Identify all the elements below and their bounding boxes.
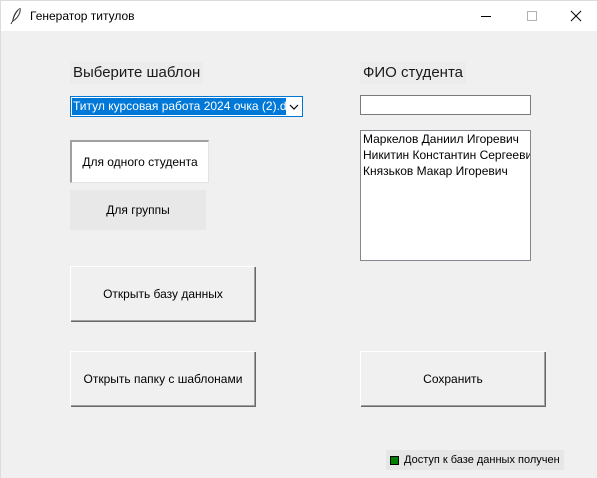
- student-name-input[interactable]: [360, 95, 531, 115]
- window-title: Генератор титулов: [30, 9, 135, 23]
- feather-icon: [9, 7, 23, 25]
- minimize-icon: [481, 16, 491, 17]
- list-item[interactable]: Князьков Макар Игоревич: [361, 163, 530, 179]
- main-content: Выберите шаблон Титул курсовая работа 20…: [1, 31, 597, 478]
- minimize-button[interactable]: [463, 1, 509, 31]
- student-listbox[interactable]: Маркелов Даниил Игоревич Никитин Констан…: [360, 130, 531, 261]
- open-templates-folder-button[interactable]: Открыть папку с шаблонами: [70, 351, 255, 406]
- single-student-button[interactable]: Для одного студента: [70, 140, 209, 183]
- chevron-down-icon[interactable]: [286, 98, 301, 115]
- list-item[interactable]: Маркелов Даниил Игоревич: [361, 131, 530, 147]
- template-combobox[interactable]: Титул курсовая работа 2024 очка (2).docx: [70, 96, 303, 117]
- student-name-label: ФИО студента: [360, 62, 466, 84]
- open-database-button[interactable]: Открыть базу данных: [70, 266, 255, 321]
- status-bar: Доступ к базе данных получен: [386, 450, 564, 470]
- close-icon: [570, 10, 582, 22]
- app-window: Генератор титулов Выберите шаблон Титул …: [0, 0, 597, 478]
- title-bar: Генератор титулов: [1, 1, 597, 31]
- status-indicator-icon: [390, 455, 399, 465]
- template-label: Выберите шаблон: [70, 62, 204, 84]
- maximize-button[interactable]: [509, 1, 555, 31]
- save-button[interactable]: Сохранить: [360, 351, 545, 406]
- maximize-icon: [527, 11, 537, 21]
- list-item[interactable]: Никитин Константин Сергеевич: [361, 147, 530, 163]
- group-button[interactable]: Для группы: [70, 190, 206, 230]
- template-selected-value: Титул курсовая работа 2024 очка (2).docx: [72, 98, 287, 115]
- close-button[interactable]: [553, 1, 597, 31]
- status-text: Доступ к базе данных получен: [404, 454, 560, 466]
